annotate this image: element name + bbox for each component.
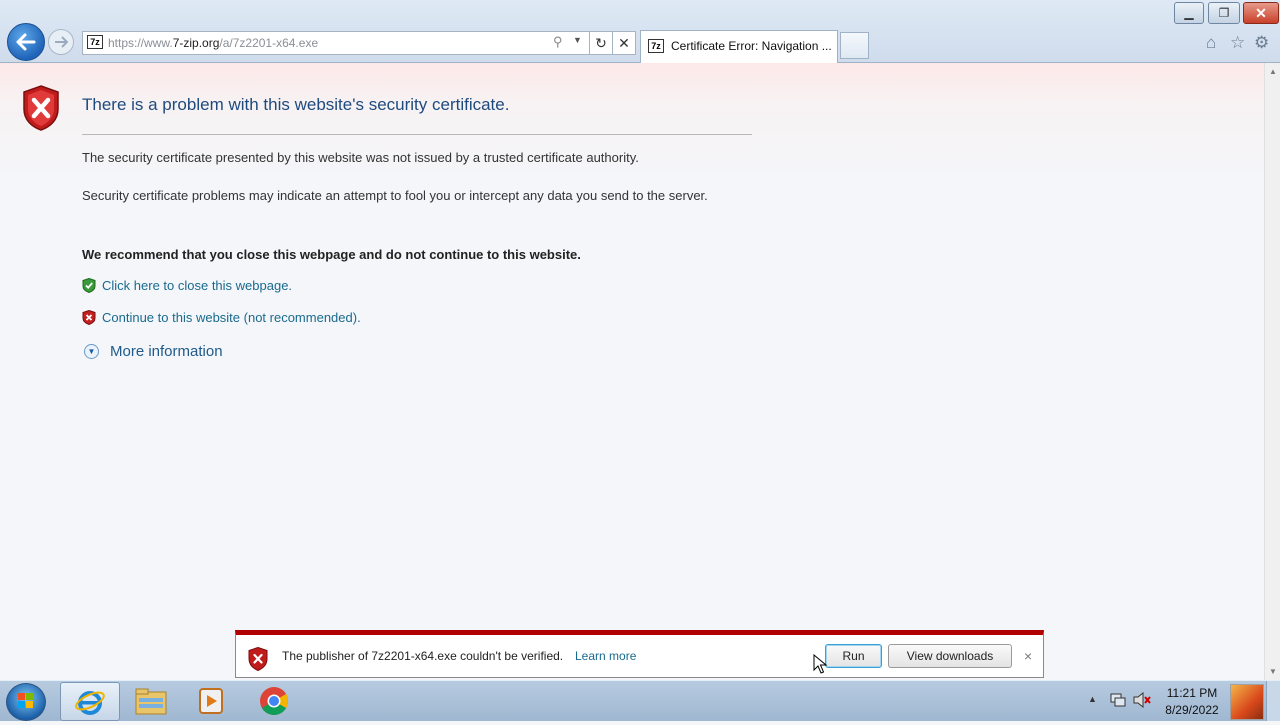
download-notification-bar: The publisher of 7z2201-x64.exe couldn't… — [235, 630, 1044, 678]
green-shield-check-icon — [82, 277, 96, 293]
chevron-down-icon[interactable]: ▼ — [573, 35, 582, 45]
stop-x-icon[interactable]: ✕ — [612, 31, 636, 55]
run-button[interactable]: Run — [825, 644, 882, 668]
taskbar-windows-explorer[interactable] — [122, 682, 180, 719]
scroll-down-icon[interactable]: ▼ — [1269, 667, 1277, 676]
close-window-button[interactable]: ✕ — [1243, 2, 1279, 24]
close-webpage-row[interactable]: Click here to close this webpage. — [82, 276, 292, 294]
url-path: /a/7z2201-x64.exe — [219, 36, 319, 50]
new-tab-button[interactable] — [840, 32, 869, 59]
taskbar-internet-explorer[interactable] — [60, 682, 120, 721]
star-icon[interactable]: ☆ — [1230, 33, 1245, 53]
vertical-scrollbar[interactable]: ▲ ▼ — [1264, 63, 1280, 680]
recommendation-text: We recommend that you close this webpage… — [82, 247, 581, 262]
certificate-warning-text: Security certificate problems may indica… — [82, 188, 708, 203]
start-button[interactable] — [6, 683, 46, 721]
url-prefix: https://www. — [108, 36, 173, 50]
more-information-toggle[interactable]: ▼ More information — [84, 343, 223, 360]
media-player-icon — [199, 687, 223, 714]
site-favicon: 7z — [87, 35, 103, 49]
certificate-issue-text: The security certificate presented by th… — [82, 150, 639, 165]
folder-icon — [135, 688, 167, 714]
back-button[interactable] — [7, 23, 45, 61]
more-information-label: More information — [110, 343, 223, 360]
url-text[interactable]: https://www.7-zip.org/a/7z2201-x64.exe — [108, 36, 318, 50]
view-downloads-button[interactable]: View downloads — [888, 644, 1012, 668]
close-notification-icon[interactable]: × — [1024, 648, 1032, 664]
forward-arrow-icon — [55, 36, 68, 48]
close-webpage-link[interactable]: Click here to close this webpage. — [102, 278, 292, 293]
notification-message: The publisher of 7z2201-x64.exe couldn't… — [282, 649, 564, 663]
continue-website-row[interactable]: Continue to this website (not recommende… — [82, 308, 361, 326]
scroll-up-icon[interactable]: ▲ — [1269, 67, 1277, 76]
page-content: There is a problem with this website's s… — [0, 63, 1264, 680]
shield-error-icon — [23, 85, 59, 131]
restore-button[interactable]: ❐ — [1208, 2, 1240, 24]
heading-divider — [82, 134, 752, 135]
internet-explorer-icon — [75, 690, 105, 715]
red-shield-x-icon — [82, 309, 96, 325]
forward-button[interactable] — [48, 29, 74, 55]
chrome-icon — [260, 686, 288, 715]
volume-muted-icon[interactable] — [1133, 692, 1151, 708]
minimize-button[interactable]: ▁ — [1174, 2, 1204, 24]
tab-title: Certificate Error: Navigation ... — [671, 39, 832, 53]
address-bar[interactable]: 7z https://www.7-zip.org/a/7z2201-x64.ex… — [82, 31, 590, 55]
browser-toolbar: 7z https://www.7-zip.org/a/7z2201-x64.ex… — [0, 0, 1280, 63]
refresh-icon[interactable]: ↻ — [589, 31, 613, 55]
tab-favicon: 7z — [648, 39, 664, 53]
clock-date[interactable]: 8/29/2022 — [1160, 703, 1224, 717]
shield-error-icon — [248, 647, 268, 671]
network-icon[interactable] — [1110, 692, 1126, 708]
page-title: There is a problem with this website's s… — [82, 95, 510, 114]
desktop-thumbnail[interactable] — [1230, 684, 1264, 720]
taskbar-google-chrome[interactable] — [245, 682, 303, 719]
tab-certificate-error[interactable]: 7z Certificate Error: Navigation ... — [640, 30, 838, 63]
url-domain: 7-zip.org — [172, 36, 220, 50]
gear-icon[interactable]: ⚙ — [1254, 33, 1269, 53]
taskbar-media-player[interactable] — [182, 682, 240, 719]
mouse-cursor-icon — [813, 654, 827, 674]
show-hidden-icons-icon[interactable]: ▲ — [1088, 694, 1097, 704]
search-icon[interactable]: ⚲ — [553, 34, 563, 50]
taskbar: ▲ 11:21 PM 8/29/2022 — [0, 680, 1280, 721]
expand-chevron-icon: ▼ — [84, 344, 99, 359]
show-desktop-button[interactable] — [1266, 681, 1280, 721]
learn-more-link[interactable]: Learn more — [575, 649, 636, 663]
back-arrow-icon — [16, 33, 36, 51]
clock-time[interactable]: 11:21 PM — [1160, 686, 1224, 700]
windows-logo-icon — [18, 693, 33, 708]
home-icon[interactable]: ⌂ — [1206, 33, 1216, 53]
continue-website-link[interactable]: Continue to this website (not recommende… — [102, 310, 361, 325]
